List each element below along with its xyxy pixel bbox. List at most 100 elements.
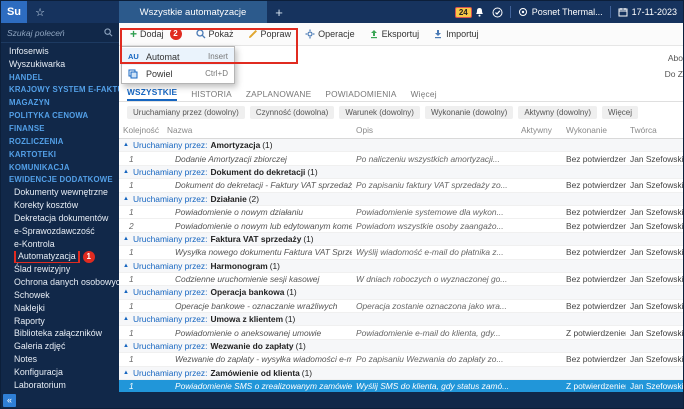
sidebar-item-ochrona-danych-osobowych[interactable]: Ochrona danych osobowych: [1, 276, 119, 289]
group-header-row[interactable]: ▲Uruchamiany przez:Faktura VAT sprzedaży…: [119, 233, 683, 246]
automation-row[interactable]: 1Dokument do dekretacji - Faktury VAT sp…: [119, 179, 683, 192]
menu-item-automat[interactable]: AU Automat Insert: [122, 48, 234, 65]
group-header-row[interactable]: ▲Uruchamiany przez:Operacja bankowa(1): [119, 286, 683, 299]
automation-row[interactable]: 1Operacje bankowe - oznaczanie wrażliwyc…: [119, 300, 683, 313]
cell-name: Wysyłka nowego dokumentu Faktura VAT Spr…: [163, 247, 352, 257]
group-count: (1): [286, 287, 296, 297]
sidebar-item-label: FINANSE: [9, 123, 45, 134]
column-header-aktywny[interactable]: Aktywny: [517, 125, 562, 135]
column-header-kolejnosc[interactable]: Kolejność: [119, 125, 163, 135]
column-header-tworca[interactable]: Twórca: [626, 125, 683, 135]
view-tab[interactable]: HISTORIA: [191, 89, 232, 101]
automation-row[interactable]: 1Powiadomienie o aneksowanej umowiePowia…: [119, 326, 683, 339]
sidebar-toggle-button[interactable]: «: [3, 394, 16, 407]
sidebar-item-komunikacja[interactable]: KOMUNIKACJA: [1, 161, 119, 174]
new-tab-button[interactable]: +: [267, 5, 291, 20]
sidebar-item-notes[interactable]: Notes: [1, 353, 119, 366]
cell-execution: Z potwierdzeniem: [562, 328, 626, 338]
calendar-icon: [618, 7, 628, 17]
view-tab[interactable]: WSZYSTKIE: [127, 87, 177, 101]
group-header-row[interactable]: ▲Uruchamiany przez:Zamówienie od klienta…: [119, 367, 683, 380]
view-tab-label: HISTORIA: [191, 89, 232, 99]
automation-row[interactable]: 1Powiadomienie o nowym działaniuPowiadom…: [119, 206, 683, 219]
cell-execution: Bez potwierdzenia: [562, 221, 626, 231]
favorites-star-icon[interactable]: ☆: [27, 6, 53, 19]
sidebar-item-e-kontrola[interactable]: e-Kontrola: [1, 238, 119, 251]
automation-row[interactable]: 1Codzienne uruchomienie sesji kasowejW d…: [119, 273, 683, 286]
automation-row[interactable]: 1Powiadomienie SMS o zrealizowanym zamów…: [119, 380, 683, 392]
sidebar-item-finanse[interactable]: FINANSE: [1, 122, 119, 135]
sidebar-item-kartoteki[interactable]: KARTOTEKI: [1, 148, 119, 161]
filter-chip[interactable]: Warunek (dowolny): [339, 106, 420, 119]
sidebar-item-naklejki[interactable]: Naklejki: [1, 302, 119, 315]
sidebar-item-e-sprawozdawczość[interactable]: e-Sprawozdawczość: [1, 225, 119, 238]
tab-wszystkie-automatyzacje[interactable]: Wszystkie automatyzacje: [119, 1, 267, 23]
column-header-nazwa[interactable]: Nazwa: [163, 125, 352, 135]
import-button[interactable]: Importuj: [426, 26, 486, 42]
group-header-row[interactable]: ▲Uruchamiany przez:Umowa z klientem(1): [119, 313, 683, 326]
view-tab[interactable]: POWIADOMIENIA: [325, 89, 396, 101]
filter-chip[interactable]: Aktywny (dowolny): [518, 106, 597, 119]
filter-chip[interactable]: Uruchamiany przez (dowolny): [127, 106, 245, 119]
automation-row[interactable]: 1Dodanie Amortyzacji zbiorczejPo nalicze…: [119, 152, 683, 165]
group-header-row[interactable]: ▲Uruchamiany przez:Wezwanie do zapłaty(1…: [119, 340, 683, 353]
check-circle-icon[interactable]: [492, 7, 503, 18]
app-logo[interactable]: Su: [1, 1, 27, 23]
sidebar-item-biblioteka-załączników[interactable]: Biblioteka załączników: [1, 328, 119, 341]
date-display[interactable]: 17-11-2023: [618, 7, 677, 17]
sidebar-item-handel[interactable]: HANDEL: [1, 71, 119, 84]
sidebar-item-rozliczenia[interactable]: ROZLICZENIA: [1, 135, 119, 148]
search-input[interactable]: [7, 28, 93, 38]
automation-row[interactable]: 2Powiadomienie o nowym lub edytowanym ko…: [119, 219, 683, 232]
show-button[interactable]: Pokaż: [189, 26, 241, 42]
import-button-label: Importuj: [446, 29, 479, 39]
sidebar-item-ślad-rewizyjny[interactable]: Ślad rewizyjny: [1, 263, 119, 276]
column-header-wykonanie[interactable]: Wykonanie: [562, 125, 626, 135]
operations-button-label: Operacje: [318, 29, 355, 39]
sidebar-item-schowek[interactable]: Schowek: [1, 289, 119, 302]
sidebar-item-polityka-cenowa[interactable]: POLITYKA CENOWA: [1, 109, 119, 122]
group-header-row[interactable]: ▲Uruchamiany przez:Harmonogram(1): [119, 260, 683, 273]
cell-order: 1: [119, 180, 163, 190]
sidebar-item-laboratorium[interactable]: Laboratorium: [1, 379, 119, 392]
filter-chip[interactable]: Czynność (dowolna): [250, 106, 334, 119]
operations-button[interactable]: Operacje: [298, 26, 362, 42]
sidebar-item-krajowy-system-e-faktur[interactable]: KRAJOWY SYSTEM E-FAKTUR: [1, 84, 119, 97]
menu-item-powiel[interactable]: Powiel Ctrl+D: [122, 65, 234, 82]
sidebar-item-raporty[interactable]: Raporty: [1, 315, 119, 328]
export-button[interactable]: Eksportuj: [362, 26, 427, 42]
sidebar-search[interactable]: [1, 23, 119, 43]
sidebar-item-galeria-zdjęć[interactable]: Galeria zdjęć: [1, 340, 119, 353]
filter-chip[interactable]: Wykonanie (dowolny): [425, 106, 513, 119]
sidebar-item-ewidencje-dodatkowe[interactable]: EWIDENCJE DODATKOWE: [1, 173, 119, 186]
view-tab[interactable]: Więcej: [411, 89, 437, 101]
cell-order: 1: [119, 354, 163, 364]
notifications-button[interactable]: 24: [455, 7, 485, 18]
automation-row[interactable]: 1Wezwanie do zapłaty - wysyłka wiadomośc…: [119, 353, 683, 366]
group-count: (1): [285, 314, 295, 324]
column-header-opis[interactable]: Opis: [352, 125, 517, 135]
table-body: ▲Uruchamiany przez:Amortyzacja(1)1Dodani…: [119, 139, 683, 392]
sidebar-item-wyszukiwarka[interactable]: Wyszukiwarka: [1, 58, 119, 71]
automation-row[interactable]: 1Wysyłka nowego dokumentu Faktura VAT Sp…: [119, 246, 683, 259]
sidebar-item-magazyn[interactable]: MAGAZYN: [1, 96, 119, 109]
sidebar-item-dokumenty-wewnętrzne[interactable]: Dokumenty wewnętrzne: [1, 186, 119, 199]
sidebar-item-infoserwis[interactable]: Infoserwis: [1, 45, 119, 58]
sidebar-item-automatyzacja[interactable]: Automatyzacja1: [1, 251, 119, 264]
collapse-triangle-icon: ▲: [123, 169, 129, 175]
edit-button[interactable]: Popraw: [241, 26, 299, 42]
collapse-triangle-icon: ▲: [123, 263, 129, 269]
view-tab[interactable]: ZAPLANOWANE: [246, 89, 312, 101]
add-button[interactable]: + Dodaj 2: [123, 25, 189, 43]
printer-status[interactable]: Posnet Thermal...: [518, 7, 603, 17]
edit-button-label: Popraw: [261, 29, 292, 39]
sidebar-item-dekretacja-dokumentów[interactable]: Dekretacja dokumentów: [1, 212, 119, 225]
group-header-row[interactable]: ▲Uruchamiany przez:Amortyzacja(1): [119, 139, 683, 152]
group-header-row[interactable]: ▲Uruchamiany przez:Dokument do dekretacj…: [119, 166, 683, 179]
group-header-row[interactable]: ▲Uruchamiany przez:Działanie(2): [119, 193, 683, 206]
filter-label: Warunek (dowolny): [345, 108, 414, 117]
filter-chip[interactable]: Więcej: [602, 106, 638, 119]
sidebar-item-konfiguracja[interactable]: Konfiguracja: [1, 366, 119, 379]
sidebar-item-korekty-kosztów[interactable]: Korekty kosztów: [1, 199, 119, 212]
printer-icon: [518, 7, 528, 17]
